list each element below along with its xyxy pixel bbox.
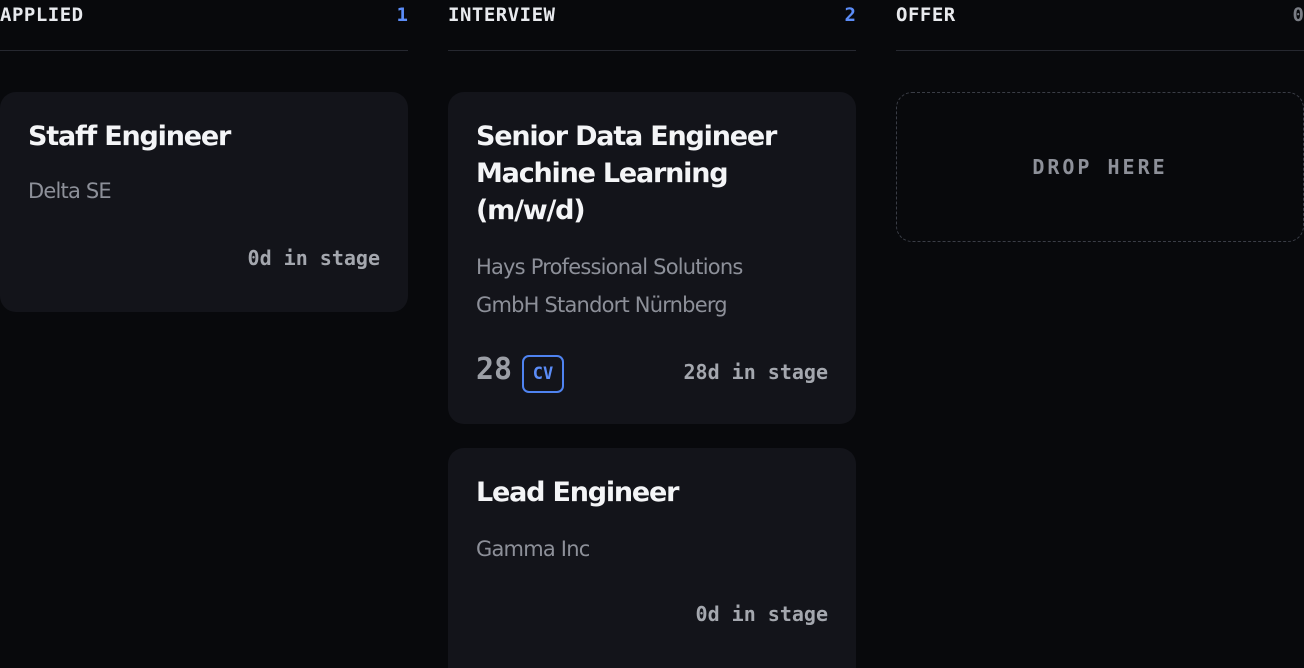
column-count: 2	[844, 4, 856, 26]
card-stage-duration: 28d in stage	[683, 360, 829, 384]
column-header: INTERVIEW 2	[448, 0, 856, 51]
column-title: INTERVIEW	[448, 4, 556, 26]
column-count: 0	[1292, 4, 1304, 26]
column-header: OFFER 0	[896, 0, 1304, 51]
column-offer: OFFER 0 DROP HERE	[896, 0, 1304, 668]
card-title-line: (m/w/d)	[476, 195, 586, 226]
drop-zone[interactable]: DROP HERE	[896, 92, 1304, 242]
card-company: Hays Professional Solutions GmbH Standor…	[476, 248, 816, 324]
job-card-lead-engineer[interactable]: Lead Engineer Gamma Inc 0d in stage	[448, 448, 856, 668]
job-card-staff-engineer[interactable]: Staff Engineer Delta SE 0d in stage	[0, 92, 408, 312]
card-title-line: Machine Learning	[476, 158, 729, 189]
column-applied: APPLIED 1 Staff Engineer Delta SE 0d in …	[0, 0, 408, 668]
column-count: 1	[396, 4, 408, 26]
card-title: Lead Engineer	[476, 477, 679, 508]
card-company: Delta SE	[28, 179, 112, 203]
column-header: APPLIED 1	[0, 0, 408, 51]
card-title: Staff Engineer	[28, 121, 231, 152]
column-interview: INTERVIEW 2 Senior Data Engineer Machine…	[448, 0, 856, 668]
card-company-line: GmbH Standort Nürnberg	[476, 293, 728, 317]
job-card-senior-data-engineer[interactable]: Senior Data Engineer Machine Learning (m…	[448, 92, 856, 424]
match-score: 28	[476, 352, 513, 387]
column-title: OFFER	[896, 4, 956, 26]
cv-badge[interactable]: CV	[522, 355, 564, 393]
card-stage-duration: 0d in stage	[247, 246, 380, 270]
card-title-line: Senior Data Engineer	[476, 121, 777, 152]
card-company: Gamma Inc	[476, 537, 590, 561]
drop-zone-label: DROP HERE	[1032, 155, 1168, 179]
card-stage-duration: 0d in stage	[695, 602, 828, 626]
card-company-line: Hays Professional Solutions	[476, 255, 743, 279]
column-title: APPLIED	[0, 4, 84, 26]
card-title: Senior Data Engineer Machine Learning (m…	[476, 118, 832, 229]
